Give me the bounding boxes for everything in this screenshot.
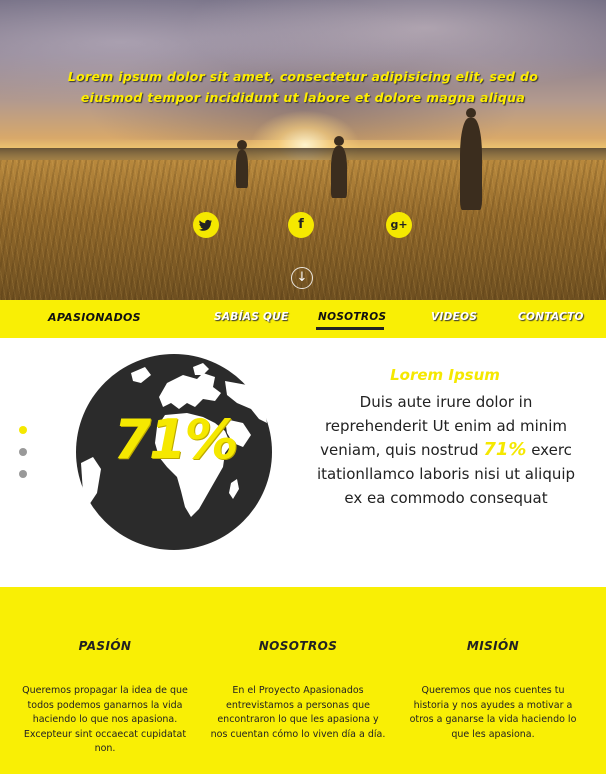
slider-dot-3[interactable] [19,470,27,478]
nav-item-contacto[interactable]: CONTACTO [518,311,584,323]
section-body: Duis aute irure dolor in reprehenderit U… [308,390,584,510]
nav-item-nosotros[interactable]: NOSOTROS [318,311,386,323]
column-text: Queremos que nos cuentes tu historia y n… [409,685,577,740]
active-nav-underline [316,327,384,330]
twitter-icon[interactable] [193,212,219,238]
hero-heading: Lorem ipsum dolor sit amet, consectetur … [67,69,539,105]
facebook-icon[interactable]: f [288,212,314,238]
google-plus-icon[interactable]: g+ [386,212,412,238]
hero-banner: Lorem ipsum dolor sit amet, consectetur … [0,0,606,300]
brand-logo[interactable]: APASIONADOS [48,311,141,324]
google-plus-glyph: g+ [390,218,408,231]
body-highlight-stat: 71% [483,439,527,460]
slider-dot-1[interactable] [19,426,27,434]
column-title: PASIÓN [78,639,132,653]
person-silhouette [331,136,347,198]
main-nav: APASIONADOS SABÍAS QUE NOSOTROS VIDEOS C… [0,300,606,338]
twitter-bird-icon [199,219,212,231]
stat-section: 71% Lorem Ipsum Duis aute irure dolor in… [0,338,606,587]
section-title: Lorem Ipsum [390,366,500,384]
info-columns: PASIÓN Queremos propagar la idea de que … [0,587,606,774]
person-silhouette [236,140,248,188]
facebook-glyph: f [298,217,304,232]
stat-percentage: 71% [113,408,238,471]
nav-item-sabias-que[interactable]: SABÍAS QUE [214,311,289,323]
column-text: En el Proyecto Apasionados entrevistamos… [210,685,386,740]
person-silhouette [460,108,482,210]
column-text: Queremos propagar la idea de que todos p… [22,685,188,754]
column-title: NOSOTROS [258,639,338,653]
column-title: MISIÓN [466,639,520,653]
slider-dot-2[interactable] [19,448,27,456]
scroll-down-icon[interactable]: ↓ [291,267,313,289]
nav-item-videos[interactable]: VIDEOS [431,311,477,323]
